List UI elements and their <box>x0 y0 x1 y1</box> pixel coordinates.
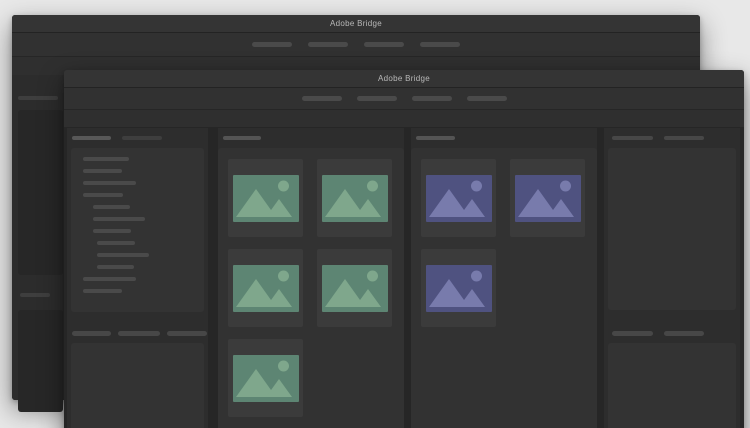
tab-placeholder[interactable] <box>20 293 50 297</box>
back-window-titlebar[interactable]: Adobe Bridge <box>12 15 700 33</box>
panel-tab-placeholder[interactable] <box>664 331 704 336</box>
panel-tab-placeholder[interactable] <box>122 135 162 141</box>
folder-item-placeholder[interactable] <box>83 181 136 185</box>
image-placeholder-icon <box>425 175 492 222</box>
tab-placeholder[interactable] <box>18 96 58 100</box>
thumbnail-card[interactable] <box>228 249 303 327</box>
folder-tree-panel <box>71 148 204 312</box>
image-placeholder-icon <box>232 175 299 222</box>
panel-tab-placeholder[interactable] <box>167 331 207 336</box>
folder-item-placeholder[interactable] <box>83 157 129 161</box>
filter-tabs <box>67 331 208 336</box>
thumbnail-row <box>228 249 394 327</box>
folder-item-placeholder[interactable] <box>83 289 122 293</box>
thumbnail-row <box>228 159 394 237</box>
front-window-titlebar[interactable]: Adobe Bridge <box>64 70 744 88</box>
front-window-pathbar <box>64 110 744 128</box>
thumbnail-card[interactable] <box>421 159 496 237</box>
sidebar-panel <box>18 310 63 412</box>
back-window-title: Adobe Bridge <box>329 19 383 28</box>
preview-column <box>604 128 740 428</box>
image-placeholder-icon <box>321 265 388 312</box>
thumbnail-card[interactable] <box>317 159 392 237</box>
toolbar-button-placeholder[interactable] <box>301 96 342 101</box>
group-header-placeholder <box>223 136 261 140</box>
folder-item-placeholder[interactable] <box>97 241 135 245</box>
image-placeholder-icon <box>321 175 388 222</box>
favorites-column <box>67 128 208 428</box>
thumbnail-grid <box>411 148 597 428</box>
panel-tab-placeholder[interactable] <box>664 135 704 141</box>
image-placeholder-icon <box>514 175 581 222</box>
folder-item-placeholder[interactable] <box>83 169 122 173</box>
thumbnail-row <box>421 249 587 327</box>
toolbar-button-placeholder[interactable] <box>364 42 404 47</box>
thumbnail-card[interactable] <box>510 159 585 237</box>
image-placeholder-icon <box>425 265 492 312</box>
panel-tab-placeholder[interactable] <box>612 135 653 141</box>
group-header-placeholder <box>416 136 455 140</box>
folder-item-placeholder[interactable] <box>93 205 130 209</box>
preview-panel <box>608 148 736 310</box>
toolbar-button-placeholder[interactable] <box>308 42 348 47</box>
metadata-tabs <box>604 331 740 336</box>
toolbar-button-placeholder[interactable] <box>466 96 507 101</box>
folder-item-placeholder[interactable] <box>97 265 134 269</box>
content-group-2-column <box>411 128 597 428</box>
metadata-panel <box>608 342 736 428</box>
thumbnail-card[interactable] <box>317 249 392 327</box>
folder-item-placeholder[interactable] <box>83 277 136 281</box>
thumbnail-grid <box>218 148 404 428</box>
front-window-title: Adobe Bridge <box>377 74 431 83</box>
panel-tab-placeholder[interactable] <box>118 331 160 336</box>
panel-tab-placeholder[interactable] <box>72 331 111 336</box>
toolbar-button-placeholder[interactable] <box>411 96 452 101</box>
workspace <box>64 128 744 428</box>
toolbar-button-placeholder[interactable] <box>356 96 397 101</box>
thumbnail-card[interactable] <box>228 159 303 237</box>
favorites-tabs <box>67 128 208 148</box>
folder-item-placeholder[interactable] <box>93 229 131 233</box>
desktop: Adobe Bridge Adobe Bridge <box>0 0 750 428</box>
front-window: Adobe Bridge <box>64 70 744 428</box>
panel-tab-placeholder[interactable] <box>72 135 111 141</box>
toolbar-button-placeholder[interactable] <box>420 42 460 47</box>
front-window-toolbar <box>64 88 744 110</box>
filter-panel <box>71 342 204 428</box>
thumbnail-card[interactable] <box>228 339 303 417</box>
toolbar-button-placeholder[interactable] <box>252 42 292 47</box>
sidebar-panel <box>18 110 63 275</box>
content-group-1-column <box>218 128 404 428</box>
folder-item-placeholder[interactable] <box>93 217 145 221</box>
thumbnail-row <box>228 339 394 417</box>
image-placeholder-icon <box>232 355 299 402</box>
thumbnail-card[interactable] <box>421 249 496 327</box>
folder-item-placeholder[interactable] <box>97 253 149 257</box>
back-window-toolbar <box>12 33 700 57</box>
thumbnail-row <box>421 159 587 237</box>
folder-item-placeholder[interactable] <box>83 193 123 197</box>
image-placeholder-icon <box>232 265 299 312</box>
panel-tab-placeholder[interactable] <box>612 331 653 336</box>
preview-tabs <box>604 128 740 148</box>
